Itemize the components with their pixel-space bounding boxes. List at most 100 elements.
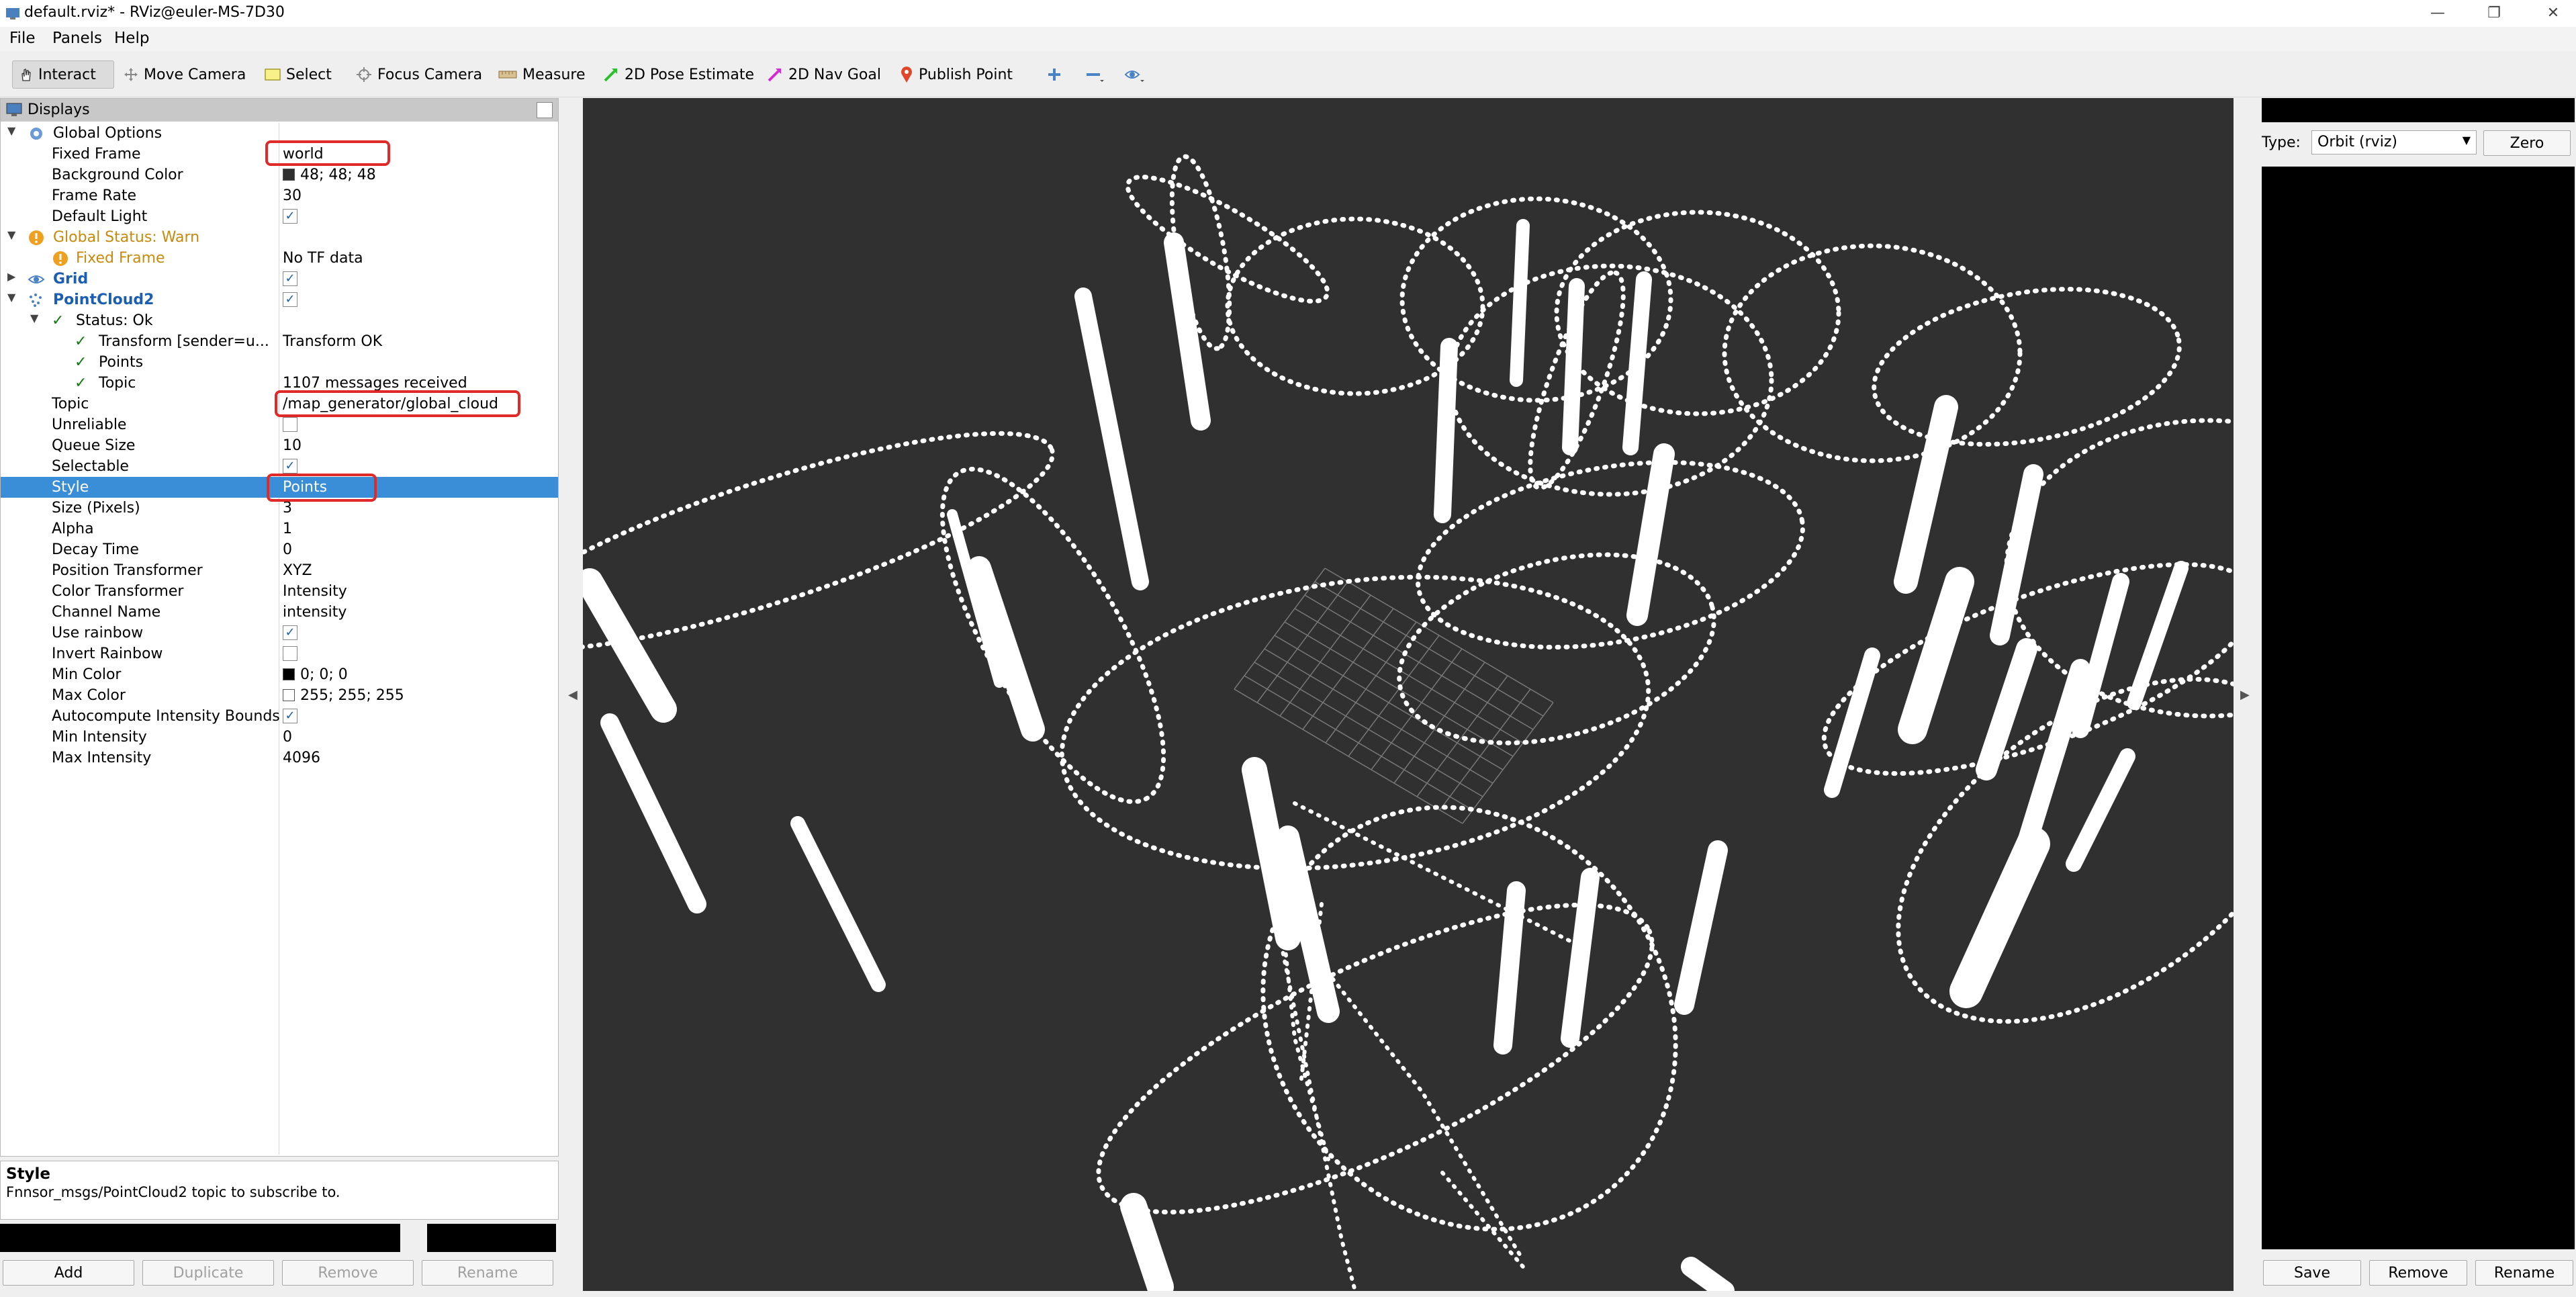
focus-camera-tool[interactable]: Focus Camera — [351, 60, 488, 89]
minus-dropdown-icon — [1087, 73, 1104, 82]
render-viewport[interactable] — [583, 98, 2234, 1291]
point-cloud-scene[interactable] — [583, 98, 2234, 1291]
point-cloud-icon — [30, 294, 42, 307]
status-area-left — [0, 1224, 400, 1252]
remove-tool-button[interactable] — [1080, 60, 1111, 89]
expand-arrow-icon[interactable]: ▶ — [7, 270, 15, 283]
zero-view-button[interactable]: Zero — [2483, 130, 2571, 156]
menu-bar: File Panels Help — [0, 27, 2576, 51]
displays-title: Displays — [28, 101, 90, 118]
tree-row-max-color[interactable]: Max Color 255; 255; 255 — [1, 685, 558, 706]
menu-panels[interactable]: Panels — [52, 30, 102, 47]
tree-row-background-color[interactable]: Background Color 48; 48; 48 — [1, 165, 558, 185]
tree-row-transform[interactable]: ✓ Transform [sender=u... Transform OK — [1, 331, 558, 352]
rename-view-button[interactable]: Rename — [2475, 1260, 2573, 1286]
description-text: Fnnsor_msgs/PointCloud2 topic to subscri… — [6, 1184, 340, 1200]
grid-enabled-checkbox[interactable]: ✓ — [283, 271, 297, 286]
tree-row-channel-name[interactable]: Channel Name intensity — [1, 602, 558, 623]
tree-row-min-intensity[interactable]: Min Intensity 0 — [1, 727, 558, 748]
magenta-arrow-icon — [768, 69, 781, 82]
display-tree[interactable]: ▼ Global Options Fixed Frame world Backg… — [1, 123, 558, 1155]
color-swatch — [283, 689, 295, 701]
tree-row-points[interactable]: ✓ Points — [1, 352, 558, 373]
tree-row-grid[interactable]: ▶ Grid ✓ — [1, 269, 558, 289]
tree-row-pointcloud2[interactable]: ▼ PointCloud2 ✓ — [1, 289, 558, 310]
tree-row-color-transformer[interactable]: Color Transformer Intensity — [1, 581, 558, 602]
view-type-dropdown[interactable]: Orbit (rviz) ▼ — [2311, 130, 2477, 154]
saved-views-list[interactable] — [2262, 167, 2575, 1249]
undock-button[interactable] — [537, 102, 553, 118]
views-panel: Type: Orbit (rviz) ▼ Zero Save Remove Re… — [2260, 98, 2576, 1291]
rename-display-button[interactable]: Rename — [422, 1260, 553, 1286]
selectable-checkbox[interactable]: ✓ — [283, 459, 297, 474]
map-pin-icon — [901, 66, 912, 83]
color-swatch — [283, 668, 295, 680]
add-tool-button[interactable] — [1041, 60, 1068, 89]
collapse-arrow-icon[interactable]: ▼ — [7, 228, 15, 241]
collapse-arrow-icon[interactable]: ▼ — [30, 312, 38, 324]
publish-point-tool[interactable]: Publish Point — [894, 60, 1018, 89]
tree-row-position-transformer[interactable]: Position Transformer XYZ — [1, 560, 558, 581]
measure-tool[interactable]: Measure — [493, 60, 591, 89]
dotted-trajectory-lines — [1279, 801, 1579, 1291]
interact-tool[interactable]: Interact — [12, 60, 114, 89]
tools-toolbar: Interact Move Camera Select Focus Camera… — [0, 52, 2576, 97]
title-bar: default.rviz* - RViz@euler-MS-7D30 — ❐ ✕ — [0, 0, 2576, 27]
pointcloud2-enabled-checkbox[interactable]: ✓ — [283, 292, 297, 307]
close-button[interactable]: ✕ — [2540, 3, 2567, 24]
remove-display-button[interactable]: Remove — [282, 1260, 414, 1286]
default-light-checkbox[interactable]: ✓ — [283, 209, 297, 224]
nav-goal-tool[interactable]: 2D Nav Goal — [762, 60, 886, 89]
tree-row-min-color[interactable]: Min Color 0; 0; 0 — [1, 664, 558, 685]
remove-view-button[interactable]: Remove — [2369, 1260, 2467, 1286]
tree-row-unreliable[interactable]: Unreliable — [1, 414, 558, 435]
visibility-tool-button[interactable] — [1119, 60, 1151, 89]
menu-help[interactable]: Help — [114, 30, 149, 47]
collapse-left-arrow-icon[interactable]: ◀ — [568, 688, 578, 702]
ruler-icon — [498, 71, 517, 79]
menu-file[interactable]: File — [9, 30, 36, 47]
tree-row-status-fixed-frame[interactable]: Fixed Frame No TF data — [1, 248, 558, 269]
tree-row-global-status[interactable]: ▼ Global Status: Warn — [1, 227, 558, 248]
displays-panel: Displays ▼ Global Options Fixed Frame wo… — [0, 98, 559, 1157]
use-rainbow-checkbox[interactable]: ✓ — [283, 625, 297, 640]
tree-row-use-rainbow[interactable]: Use rainbow ✓ — [1, 623, 558, 643]
description-title: Style — [6, 1165, 51, 1183]
window-title: default.rviz* - RViz@euler-MS-7D30 — [24, 4, 285, 21]
tree-row-autocompute[interactable]: Autocompute Intensity Bounds ✓ — [1, 706, 558, 727]
save-view-button[interactable]: Save — [2263, 1260, 2361, 1286]
tree-row-alpha[interactable]: Alpha 1 — [1, 519, 558, 539]
add-display-button[interactable]: Add — [3, 1260, 134, 1286]
tree-row-status-ok[interactable]: ▼ ✓ Status: Ok — [1, 310, 558, 331]
warning-icon — [29, 230, 44, 245]
duplicate-display-button[interactable]: Duplicate — [142, 1260, 274, 1286]
rviz-app-icon — [6, 8, 19, 19]
highlight-fixed-frame — [265, 140, 390, 166]
color-swatch — [283, 169, 295, 181]
monitor-icon — [6, 103, 22, 116]
restore-button[interactable]: ❐ — [2481, 3, 2508, 24]
tree-row-decay-time[interactable]: Decay Time 0 — [1, 539, 558, 560]
green-arrow-icon — [604, 69, 617, 82]
check-icon: ✓ — [75, 375, 87, 392]
tree-row-frame-rate[interactable]: Frame Rate 30 — [1, 185, 558, 206]
tree-row-max-intensity[interactable]: Max Intensity 4096 — [1, 748, 558, 768]
check-icon: ✓ — [75, 333, 87, 350]
tree-row-queue-size[interactable]: Queue Size 10 — [1, 435, 558, 456]
warning-icon — [53, 251, 68, 266]
collapse-arrow-icon[interactable]: ▼ — [7, 291, 15, 304]
minimize-button[interactable]: — — [2424, 3, 2451, 24]
invert-rainbow-checkbox[interactable] — [283, 646, 297, 661]
move-camera-tool[interactable]: Move Camera — [118, 60, 251, 89]
select-tool[interactable]: Select — [259, 60, 337, 89]
chevron-down-icon: ▼ — [2462, 134, 2471, 146]
collapse-arrow-icon[interactable]: ▼ — [7, 124, 15, 137]
grid-eye-icon — [28, 275, 45, 283]
gear-icon — [30, 128, 42, 140]
tree-row-invert-rainbow[interactable]: Invert Rainbow — [1, 643, 558, 664]
pose-estimate-tool[interactable]: 2D Pose Estimate — [598, 60, 760, 89]
tree-row-default-light[interactable]: Default Light ✓ — [1, 206, 558, 227]
collapse-right-arrow-icon[interactable]: ▶ — [2240, 688, 2250, 702]
unreliable-checkbox[interactable] — [283, 417, 297, 432]
autocompute-checkbox[interactable]: ✓ — [283, 709, 297, 723]
